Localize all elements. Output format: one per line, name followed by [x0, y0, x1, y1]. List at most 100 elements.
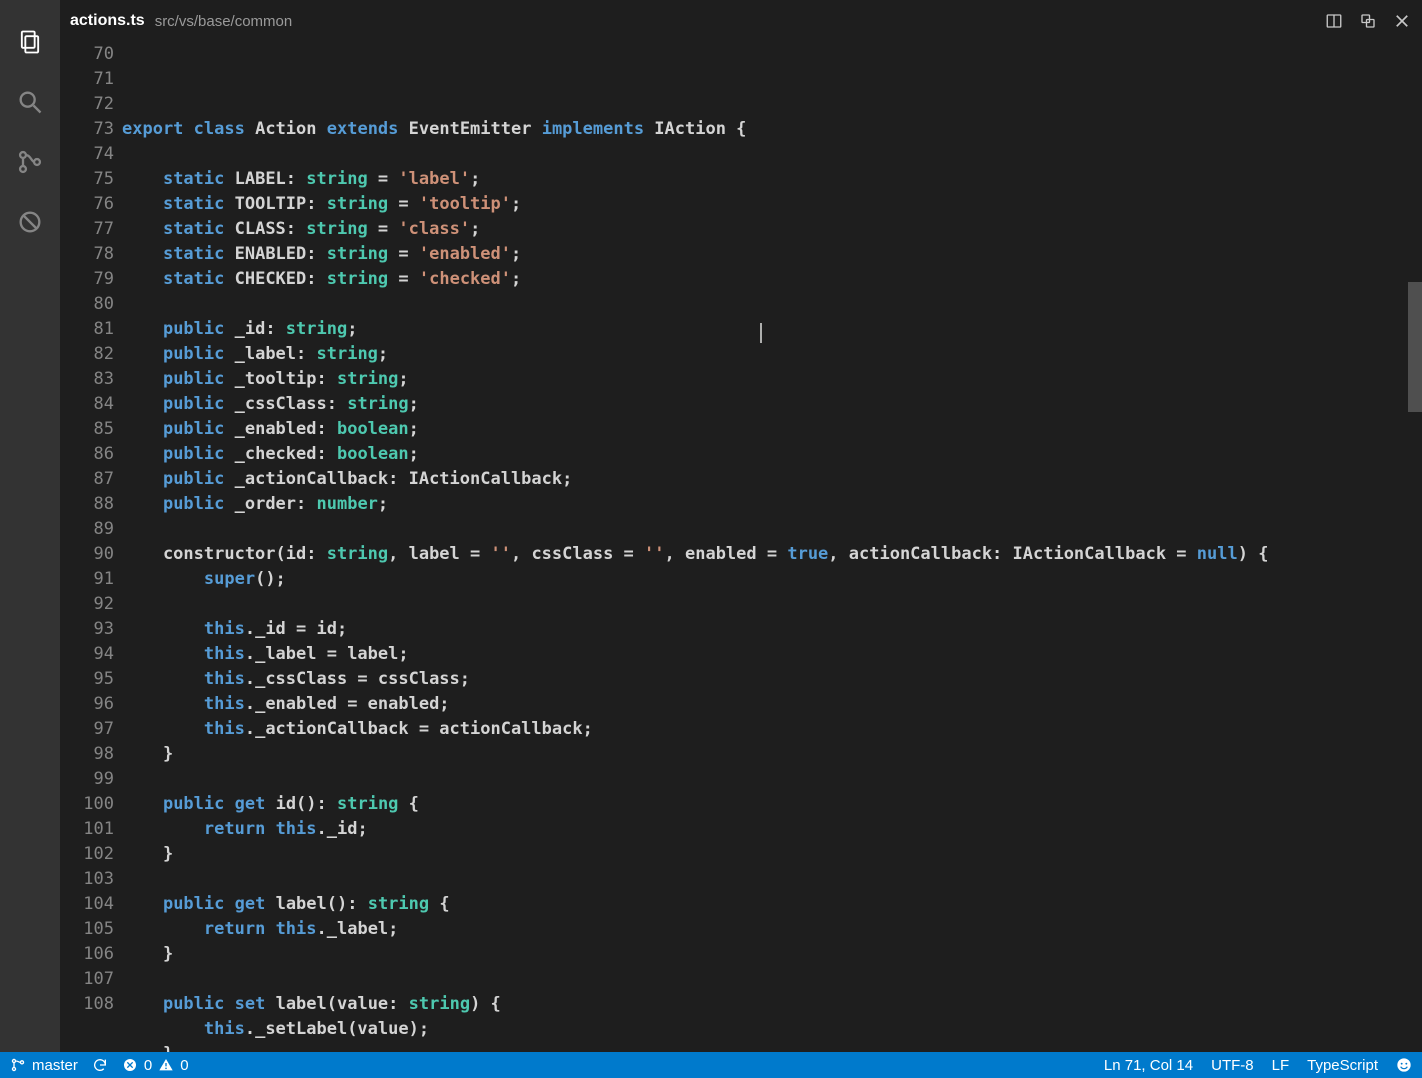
code-line[interactable]: }: [122, 742, 1408, 767]
code-line[interactable]: public _checked: boolean;: [122, 442, 1408, 467]
code-line[interactable]: this._id = id;: [122, 617, 1408, 642]
line-number: 87: [60, 467, 114, 492]
line-number: 75: [60, 167, 114, 192]
line-number: 105: [60, 917, 114, 942]
code-line[interactable]: [122, 767, 1408, 792]
line-number: 73: [60, 117, 114, 142]
code-line[interactable]: static TOOLTIP: string = 'tooltip';: [122, 192, 1408, 217]
text-cursor-icon: [760, 323, 762, 343]
activity-debug[interactable]: [0, 192, 60, 252]
line-number: 90: [60, 542, 114, 567]
code-line[interactable]: }: [122, 1042, 1408, 1052]
code-line[interactable]: export class Action extends EventEmitter…: [122, 117, 1408, 142]
code-line[interactable]: this._label = label;: [122, 642, 1408, 667]
line-number: 91: [60, 567, 114, 592]
code-line[interactable]: [122, 867, 1408, 892]
line-number: 107: [60, 967, 114, 992]
activity-scm[interactable]: [0, 132, 60, 192]
line-number: 89: [60, 517, 114, 542]
code-line[interactable]: public _actionCallback: IActionCallback;: [122, 467, 1408, 492]
line-number: 103: [60, 867, 114, 892]
activity-explorer[interactable]: [0, 12, 60, 72]
line-number: 100: [60, 792, 114, 817]
code-line[interactable]: static CLASS: string = 'class';: [122, 217, 1408, 242]
code-line[interactable]: public _cssClass: string;: [122, 392, 1408, 417]
activity-bar: [0, 0, 60, 1052]
scrollbar-thumb[interactable]: [1408, 282, 1422, 412]
code-line[interactable]: public _order: number;: [122, 492, 1408, 517]
line-number: 102: [60, 842, 114, 867]
code-line[interactable]: [122, 142, 1408, 167]
status-sync[interactable]: [92, 1057, 108, 1073]
status-branch[interactable]: master: [10, 1057, 78, 1074]
status-warnings-count: 0: [180, 1057, 188, 1074]
activity-search[interactable]: [0, 72, 60, 132]
code-line[interactable]: this._actionCallback = actionCallback;: [122, 717, 1408, 742]
line-number: 93: [60, 617, 114, 642]
line-number: 97: [60, 717, 114, 742]
line-number: 94: [60, 642, 114, 667]
line-number: 72: [60, 92, 114, 117]
line-number: 70: [60, 42, 114, 67]
status-branch-label: master: [32, 1057, 78, 1074]
line-number: 101: [60, 817, 114, 842]
code-line[interactable]: public set label(value: string) {: [122, 992, 1408, 1017]
line-number: 83: [60, 367, 114, 392]
line-number: 86: [60, 442, 114, 467]
code-line[interactable]: constructor(id: string, label = '', cssC…: [122, 542, 1408, 567]
code-line[interactable]: public get label(): string {: [122, 892, 1408, 917]
code-line[interactable]: static CHECKED: string = 'checked';: [122, 267, 1408, 292]
line-number: 85: [60, 417, 114, 442]
tab-path: src/vs/base/common: [155, 13, 293, 30]
close-editor-icon[interactable]: [1392, 11, 1412, 31]
code-line[interactable]: static ENABLED: string = 'enabled';: [122, 242, 1408, 267]
code-line[interactable]: [122, 92, 1408, 117]
code-line[interactable]: public _enabled: boolean;: [122, 417, 1408, 442]
status-feedback-icon[interactable]: [1396, 1057, 1412, 1073]
line-number: 74: [60, 142, 114, 167]
status-language[interactable]: TypeScript: [1307, 1057, 1378, 1074]
code-line[interactable]: [122, 292, 1408, 317]
line-number: 79: [60, 267, 114, 292]
code-line[interactable]: public _tooltip: string;: [122, 367, 1408, 392]
code-line[interactable]: [122, 967, 1408, 992]
status-errors-count: 0: [144, 1057, 152, 1074]
code-line[interactable]: this._cssClass = cssClass;: [122, 667, 1408, 692]
line-number: 106: [60, 942, 114, 967]
code-line[interactable]: static LABEL: string = 'label';: [122, 167, 1408, 192]
line-number: 78: [60, 242, 114, 267]
code-line[interactable]: this._setLabel(value);: [122, 1017, 1408, 1042]
line-number: 104: [60, 892, 114, 917]
editor-body[interactable]: 7071727374757677787980818283848586878889…: [60, 42, 1422, 1052]
code-line[interactable]: }: [122, 842, 1408, 867]
line-number-gutter: 7071727374757677787980818283848586878889…: [60, 42, 122, 1052]
code-line[interactable]: public _id: string;: [122, 317, 1408, 342]
line-number: 95: [60, 667, 114, 692]
status-eol[interactable]: LF: [1272, 1057, 1290, 1074]
code-line[interactable]: }: [122, 942, 1408, 967]
tab-bar: actions.ts src/vs/base/common: [60, 0, 1422, 42]
code-line[interactable]: return this._label;: [122, 917, 1408, 942]
code-line[interactable]: super();: [122, 567, 1408, 592]
code-line[interactable]: [122, 517, 1408, 542]
line-number: 81: [60, 317, 114, 342]
code-line[interactable]: public _label: string;: [122, 342, 1408, 367]
status-cursor-position[interactable]: Ln 71, Col 14: [1104, 1057, 1193, 1074]
line-number: 88: [60, 492, 114, 517]
show-diff-icon[interactable]: [1358, 11, 1378, 31]
code-line[interactable]: public get id(): string {: [122, 792, 1408, 817]
scrollbar-track[interactable]: [1408, 42, 1422, 1052]
status-encoding[interactable]: UTF-8: [1211, 1057, 1254, 1074]
code-line[interactable]: [122, 592, 1408, 617]
line-number: 82: [60, 342, 114, 367]
code-line[interactable]: this._enabled = enabled;: [122, 692, 1408, 717]
status-bar: master 0 0 Ln 71, Col 14 UTF-8 LF TypeSc…: [0, 1052, 1422, 1078]
split-editor-icon[interactable]: [1324, 11, 1344, 31]
line-number: 76: [60, 192, 114, 217]
line-number: 108: [60, 992, 114, 1017]
status-problems[interactable]: 0 0: [122, 1057, 189, 1074]
code-line[interactable]: return this._id;: [122, 817, 1408, 842]
line-number: 92: [60, 592, 114, 617]
line-number: 71: [60, 67, 114, 92]
code-area[interactable]: export class Action extends EventEmitter…: [122, 42, 1408, 1052]
